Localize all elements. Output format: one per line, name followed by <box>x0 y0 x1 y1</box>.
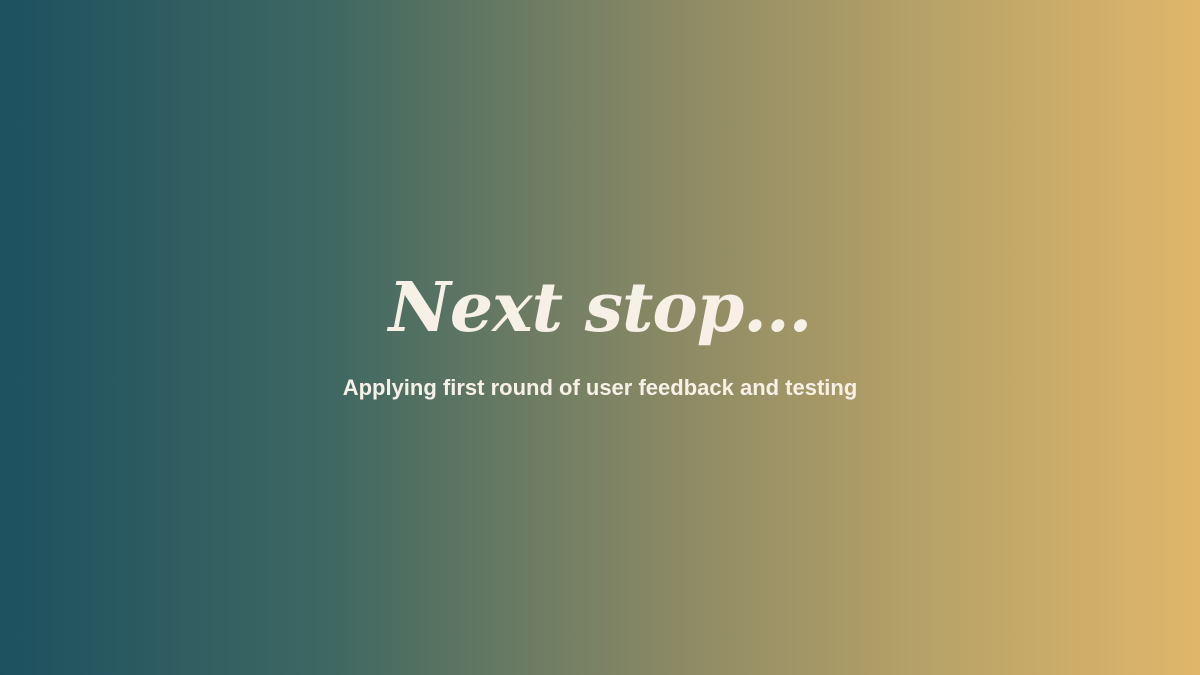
slide-content: Next stop... Applying first round of use… <box>0 268 1200 402</box>
slide-subtitle: Applying first round of user feedback an… <box>342 375 858 400</box>
slide-background: Next stop... Applying first round of use… <box>0 0 1200 675</box>
slide-title: Next stop... <box>388 268 813 348</box>
